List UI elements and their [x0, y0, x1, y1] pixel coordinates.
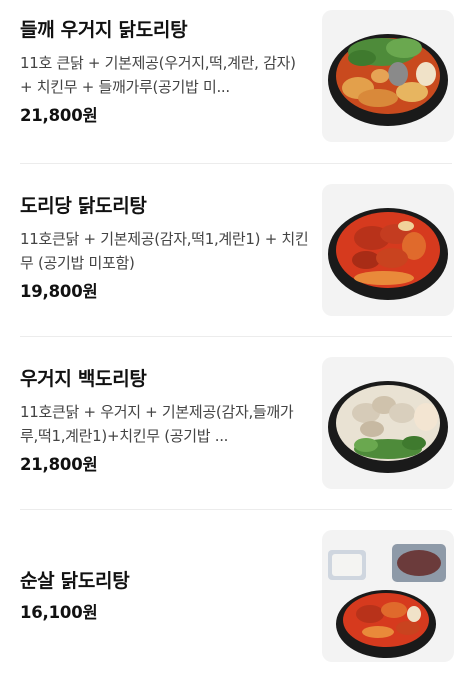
menu-item-name: 들깨 우거지 닭도리탕 — [20, 19, 188, 41]
menu-item-image[interactable] — [322, 530, 454, 662]
menu-item-description: 11호큰닭 + 우거지 + 기본제공(감자,들깨가루,떡1,계란1)+치킨무 (… — [20, 403, 294, 445]
menu-item-ugeoji-baek[interactable]: 우거지 백도리탕 11호큰닭 + 우거지 + 기본제공(감자,들깨가루,떡1,계… — [0, 337, 466, 509]
menu-item-image[interactable] — [322, 357, 454, 489]
menu-item-dorimdang[interactable]: 도리당 닭도리탕 11호큰닭 + 기본제공(감자,떡1,계란1) + 치킨무 (… — [0, 164, 466, 336]
menu-item-image[interactable] — [322, 10, 454, 142]
menu-item-price: 21,800원 — [20, 106, 98, 125]
menu-item-info: 들깨 우거지 닭도리탕 11호 큰닭 + 기본제공(우거지,떡,계란, 감자) … — [20, 17, 310, 127]
menu-item-description: 11호큰닭 + 기본제공(감자,떡1,계란1) + 치킨무 (공기밥 미포함) — [20, 230, 309, 272]
menu-item-image[interactable] — [322, 184, 454, 316]
menu-item-name: 우거지 백도리탕 — [20, 368, 147, 390]
menu-item-name: 순살 닭도리탕 — [20, 570, 130, 592]
menu-item-price: 21,800원 — [20, 455, 98, 474]
menu-item-info: 순살 닭도리탕 16,100원 — [20, 568, 310, 624]
menu-item-info: 도리당 닭도리탕 11호큰닭 + 기본제공(감자,떡1,계란1) + 치킨무 (… — [20, 193, 310, 303]
menu-list: 들깨 우거지 닭도리탕 11호 큰닭 + 기본제공(우거지,떡,계란, 감자) … — [0, 0, 466, 698]
dish-photo-icon — [328, 544, 446, 658]
menu-item-sunsal[interactable]: 순살 닭도리탕 16,100원 — [0, 510, 466, 698]
menu-item-deulkkae-ugeoji[interactable]: 들깨 우거지 닭도리탕 11호 큰닭 + 기본제공(우거지,떡,계란, 감자) … — [0, 0, 466, 163]
menu-item-name: 도리당 닭도리탕 — [20, 195, 147, 217]
dish-photo-icon — [328, 208, 448, 300]
menu-item-price: 19,800원 — [20, 282, 98, 301]
dish-photo-icon — [328, 34, 448, 126]
dish-photo-icon — [328, 381, 448, 473]
menu-item-price: 16,100원 — [20, 603, 98, 622]
menu-item-info: 우거지 백도리탕 11호큰닭 + 우거지 + 기본제공(감자,들깨가루,떡1,계… — [20, 366, 310, 476]
menu-item-description: 11호 큰닭 + 기본제공(우거지,떡,계란, 감자) + 치킨무 + 들깨가루… — [20, 54, 296, 96]
